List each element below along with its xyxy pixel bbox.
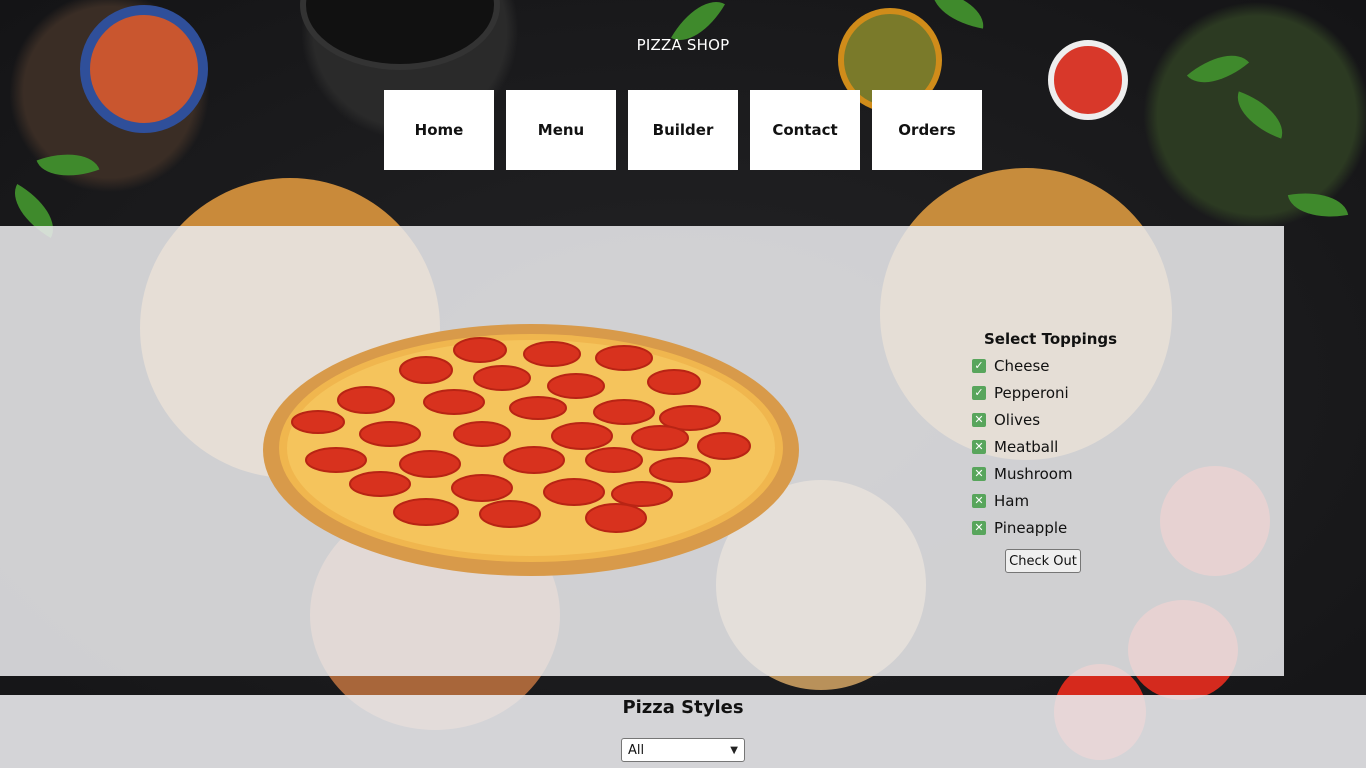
topping-label: Ham bbox=[994, 491, 1030, 510]
styles-select[interactable]: All ▼ bbox=[621, 738, 745, 762]
nav-orders[interactable]: Orders bbox=[872, 90, 982, 170]
basil-leaf bbox=[927, 0, 989, 29]
basil-leaf bbox=[36, 141, 100, 189]
site-brand: PIZZA SHOP bbox=[636, 36, 730, 54]
topping-pineapple[interactable]: ✕ Pineapple bbox=[972, 514, 1122, 541]
check-icon[interactable]: ✓ bbox=[972, 385, 986, 400]
nav-menu[interactable]: Menu bbox=[506, 90, 616, 170]
check-icon[interactable]: ✓ bbox=[972, 358, 986, 373]
nav-contact[interactable]: Contact bbox=[750, 90, 860, 170]
cross-icon[interactable]: ✕ bbox=[972, 493, 986, 508]
toppings-title: Select Toppings bbox=[984, 330, 1118, 348]
pan bbox=[300, 0, 500, 70]
topping-label: Meatball bbox=[994, 437, 1059, 456]
topping-label: Pineapple bbox=[994, 518, 1068, 537]
topping-pepperoni[interactable]: ✓ Pepperoni bbox=[972, 379, 1122, 406]
topping-label: Olives bbox=[994, 410, 1041, 429]
topping-mushroom[interactable]: ✕ Mushroom bbox=[972, 460, 1122, 487]
basil-leaf bbox=[1228, 91, 1292, 139]
basil-leaf bbox=[1287, 185, 1349, 225]
cross-icon[interactable]: ✕ bbox=[972, 439, 986, 454]
lentil-bowl bbox=[80, 5, 208, 133]
topping-cheese[interactable]: ✓ Cheese bbox=[972, 352, 1122, 379]
nav-home[interactable]: Home bbox=[384, 90, 494, 170]
topping-label: Pepperoni bbox=[994, 383, 1069, 402]
cross-icon[interactable]: ✕ bbox=[972, 412, 986, 427]
topping-olives[interactable]: ✕ Olives bbox=[972, 406, 1122, 433]
topping-ham[interactable]: ✕ Ham bbox=[972, 487, 1122, 514]
cross-icon[interactable]: ✕ bbox=[972, 520, 986, 535]
toppings-list: Select Toppings ✓ Cheese ✓ Pepperoni ✕ O… bbox=[972, 330, 1122, 541]
pizza-preview bbox=[262, 322, 800, 578]
cross-icon[interactable]: ✕ bbox=[972, 466, 986, 481]
checkout-button[interactable]: Check Out bbox=[1005, 549, 1081, 573]
styles-select-value: All bbox=[628, 742, 645, 758]
pepperoni-pizza-image bbox=[263, 324, 799, 576]
main-nav: Home Menu Builder Contact Orders bbox=[384, 90, 982, 170]
topping-label: Mushroom bbox=[994, 464, 1073, 483]
nav-builder[interactable]: Builder bbox=[628, 90, 738, 170]
styles-title: Pizza Styles bbox=[622, 697, 744, 718]
chevron-down-icon: ▼ bbox=[730, 744, 738, 756]
topping-label: Cheese bbox=[994, 356, 1050, 375]
topping-meatball[interactable]: ✕ Meatball bbox=[972, 433, 1122, 460]
